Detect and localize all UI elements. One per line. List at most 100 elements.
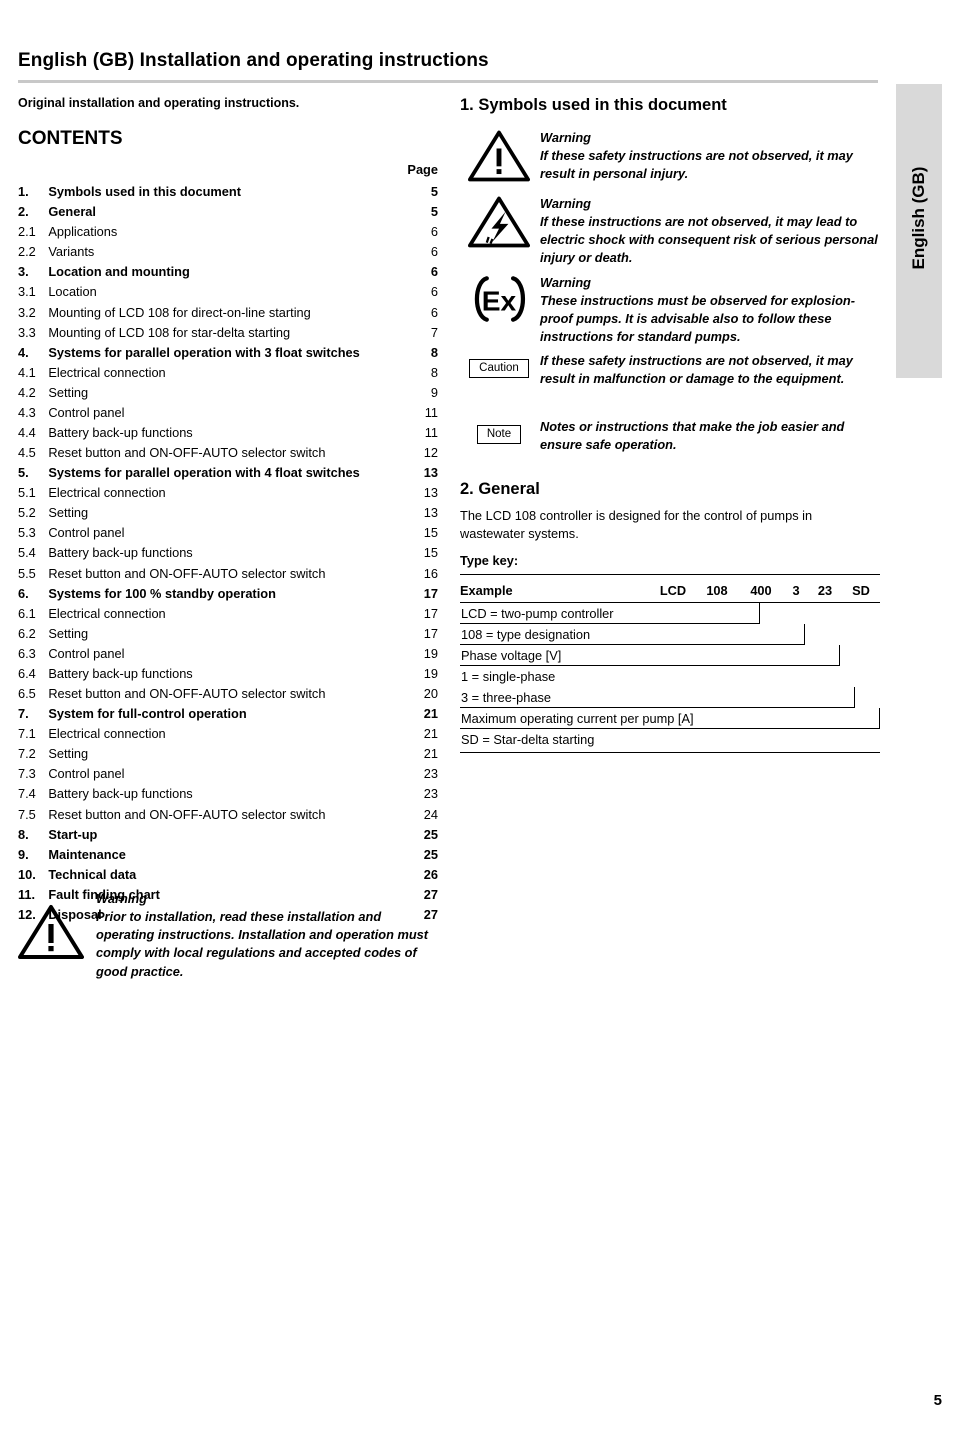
toc-row[interactable]: 2.2 Variants 6 (18, 243, 438, 263)
original-instructions-note: Original installation and operating inst… (18, 96, 300, 110)
toc-title: Mounting of LCD 108 for star-delta start… (48, 324, 291, 340)
toc-number: 4.5 (18, 445, 36, 461)
toc-row[interactable]: 5.5 Reset button and ON-OFF-AUTO selector… (18, 564, 438, 584)
toc-row[interactable]: 5.4 Battery back-up functions 15 (18, 544, 438, 564)
toc-row[interactable]: 6. Systems for 100 % standby operation 17 (18, 584, 438, 604)
toc-row[interactable]: 3.3 Mounting of LCD 108 for star-delta st… (18, 323, 438, 343)
type-key-bottom-rule (460, 752, 880, 754)
toc-title: Location and mounting (48, 264, 190, 280)
toc-page: 5 (430, 204, 438, 220)
left-column: Original installation and operating inst… (18, 96, 438, 925)
toc-row[interactable]: 3.1 Location 6 (18, 283, 438, 303)
language-side-tab: English (GB) (896, 84, 942, 378)
toc-row[interactable]: 10. Technical data 26 (18, 865, 438, 885)
toc-page: 26 (423, 866, 438, 882)
type-key-heading: Type key: (460, 553, 519, 569)
toc-title: Battery back-up functions (48, 545, 193, 561)
toc-page: 6 (430, 304, 438, 320)
toc-row[interactable]: 4.2 Setting 9 (18, 383, 438, 403)
toc-number: 5.4 (18, 545, 36, 561)
toc-page: 15 (423, 525, 438, 541)
toc-row[interactable]: 6.3 Control panel 19 (18, 644, 438, 664)
toc-row[interactable]: 6.2 Setting 17 (18, 624, 438, 644)
toc-page: 13 (423, 485, 438, 501)
toc-number: 4.1 (18, 364, 36, 380)
toc-title: Symbols used in this document (48, 184, 242, 200)
toc-number: 6.4 (18, 665, 36, 681)
toc-row[interactable]: 5.2 Setting 13 (18, 504, 438, 524)
toc-number: 5.3 (18, 525, 36, 541)
toc-page: 8 (430, 344, 438, 360)
toc-row[interactable]: 6.1 Electrical connection 17 (18, 604, 438, 624)
toc-number: 4. (18, 344, 29, 360)
table-of-contents: Page 1. Symbols used in this document 5 2. G… (18, 160, 438, 925)
toc-title: Electrical connection (48, 605, 166, 621)
section-1-heading: 1. Symbols used in this document (460, 96, 727, 114)
toc-row[interactable]: 5. Systems for parallel operation with 4 … (18, 464, 438, 484)
toc-row[interactable]: 9. Maintenance 25 (18, 845, 438, 865)
toc-row[interactable]: 3.2 Mounting of LCD 108 for direct-on-lin… (18, 303, 438, 323)
toc-row[interactable]: 2. General 5 (18, 203, 438, 223)
toc-number: 7.4 (18, 786, 36, 802)
toc-title: Systems for parallel operation with 3 fl… (48, 344, 360, 360)
toc-row[interactable]: 4.5 Reset button and ON-OFF-AUTO selector… (18, 444, 438, 464)
toc-title: Setting (48, 746, 89, 762)
toc-title: Systems for parallel operation with 4 fl… (48, 465, 360, 481)
toc-page: 21 (423, 706, 438, 722)
toc-row[interactable]: 7.3 Control panel 23 (18, 765, 438, 785)
toc-page: 25 (423, 846, 438, 862)
toc-number: 5.5 (18, 565, 36, 581)
toc-title: Variants (48, 244, 95, 260)
toc-number: 3.1 (18, 284, 36, 300)
type-key-example-row: Example LCD 108 400 3 23 SD (460, 579, 880, 602)
toc-row[interactable]: 1. Symbols used in this document 5 (18, 182, 438, 202)
toc-row[interactable]: 7.5 Reset button and ON-OFF-AUTO selector… (18, 805, 438, 825)
toc-row[interactable]: 7.2 Setting 21 (18, 745, 438, 765)
page-title: English (GB) Installation and operating … (18, 50, 489, 71)
page-number: 5 (933, 1392, 942, 1409)
type-key-table: Example LCD 108 400 3 23 SD LCD = two-pump co… (460, 574, 880, 754)
toc-page: 21 (423, 726, 438, 742)
toc-number: 3. (18, 264, 29, 280)
section-2: 2. General The LCD 108 controller is des… (460, 480, 880, 568)
type-key-row-text: SD = Star-delta starting (461, 732, 595, 748)
type-key-code: 23 (817, 583, 833, 599)
toc-title: Control panel (48, 525, 125, 541)
symbol-label: Warning (540, 274, 591, 290)
toc-number: 5.2 (18, 505, 36, 521)
toc-title: System for full-control operation (48, 706, 247, 722)
type-key-code: 108 (706, 583, 728, 599)
toc-row[interactable]: 5.3 Control panel 15 (18, 524, 438, 544)
toc-title: Setting (48, 625, 89, 641)
toc-row[interactable]: 4.4 Battery back-up functions 11 (18, 423, 438, 443)
toc-page: 21 (423, 746, 438, 762)
toc-page: 12 (423, 445, 438, 461)
toc-row[interactable]: 4.3 Control panel 11 (18, 403, 438, 423)
type-key-rows: LCD = two-pump controller 108 = type desi… (460, 603, 880, 750)
toc-row[interactable]: 6.4 Battery back-up functions 19 (18, 664, 438, 684)
toc-title: Setting (48, 384, 89, 400)
toc-row[interactable]: 5.1 Electrical connection 13 (18, 484, 438, 504)
toc-row[interactable]: 4.1 Electrical connection 8 (18, 363, 438, 383)
toc-row[interactable]: 7.1 Electrical connection 21 (18, 725, 438, 745)
toc-title: Reset button and ON-OFF-AUTO selector sw… (48, 806, 326, 822)
type-key-code: 3 (792, 583, 800, 599)
symbol-text: Warning If these safety instructions are… (540, 129, 880, 183)
contents-heading: CONTENTS (18, 128, 123, 149)
toc-row[interactable]: 6.5 Reset button and ON-OFF-AUTO selector… (18, 684, 438, 704)
toc-row[interactable]: 2.1 Applications 6 (18, 223, 438, 243)
toc-page: 20 (423, 686, 438, 702)
toc-number: 2.2 (18, 244, 36, 260)
toc-row[interactable]: 8. Start-up 25 (18, 825, 438, 845)
toc-row[interactable]: 4. Systems for parallel operation with 3 … (18, 343, 438, 363)
type-key-row-text: 108 = type designation (461, 627, 591, 643)
toc-row[interactable]: 7.4 Battery back-up functions 23 (18, 785, 438, 805)
toc-number: 9. (18, 846, 29, 862)
toc-title: Reset button and ON-OFF-AUTO selector sw… (48, 686, 326, 702)
type-key-row: Phase voltage [V] (460, 645, 880, 667)
toc-row[interactable]: 3. Location and mounting 6 (18, 263, 438, 283)
toc-title: Maintenance (48, 846, 126, 862)
symbol-text: Notes or instructions that make the job … (540, 418, 880, 454)
toc-page: 9 (430, 384, 438, 400)
toc-row[interactable]: 7. System for full-control operation 21 (18, 705, 438, 725)
